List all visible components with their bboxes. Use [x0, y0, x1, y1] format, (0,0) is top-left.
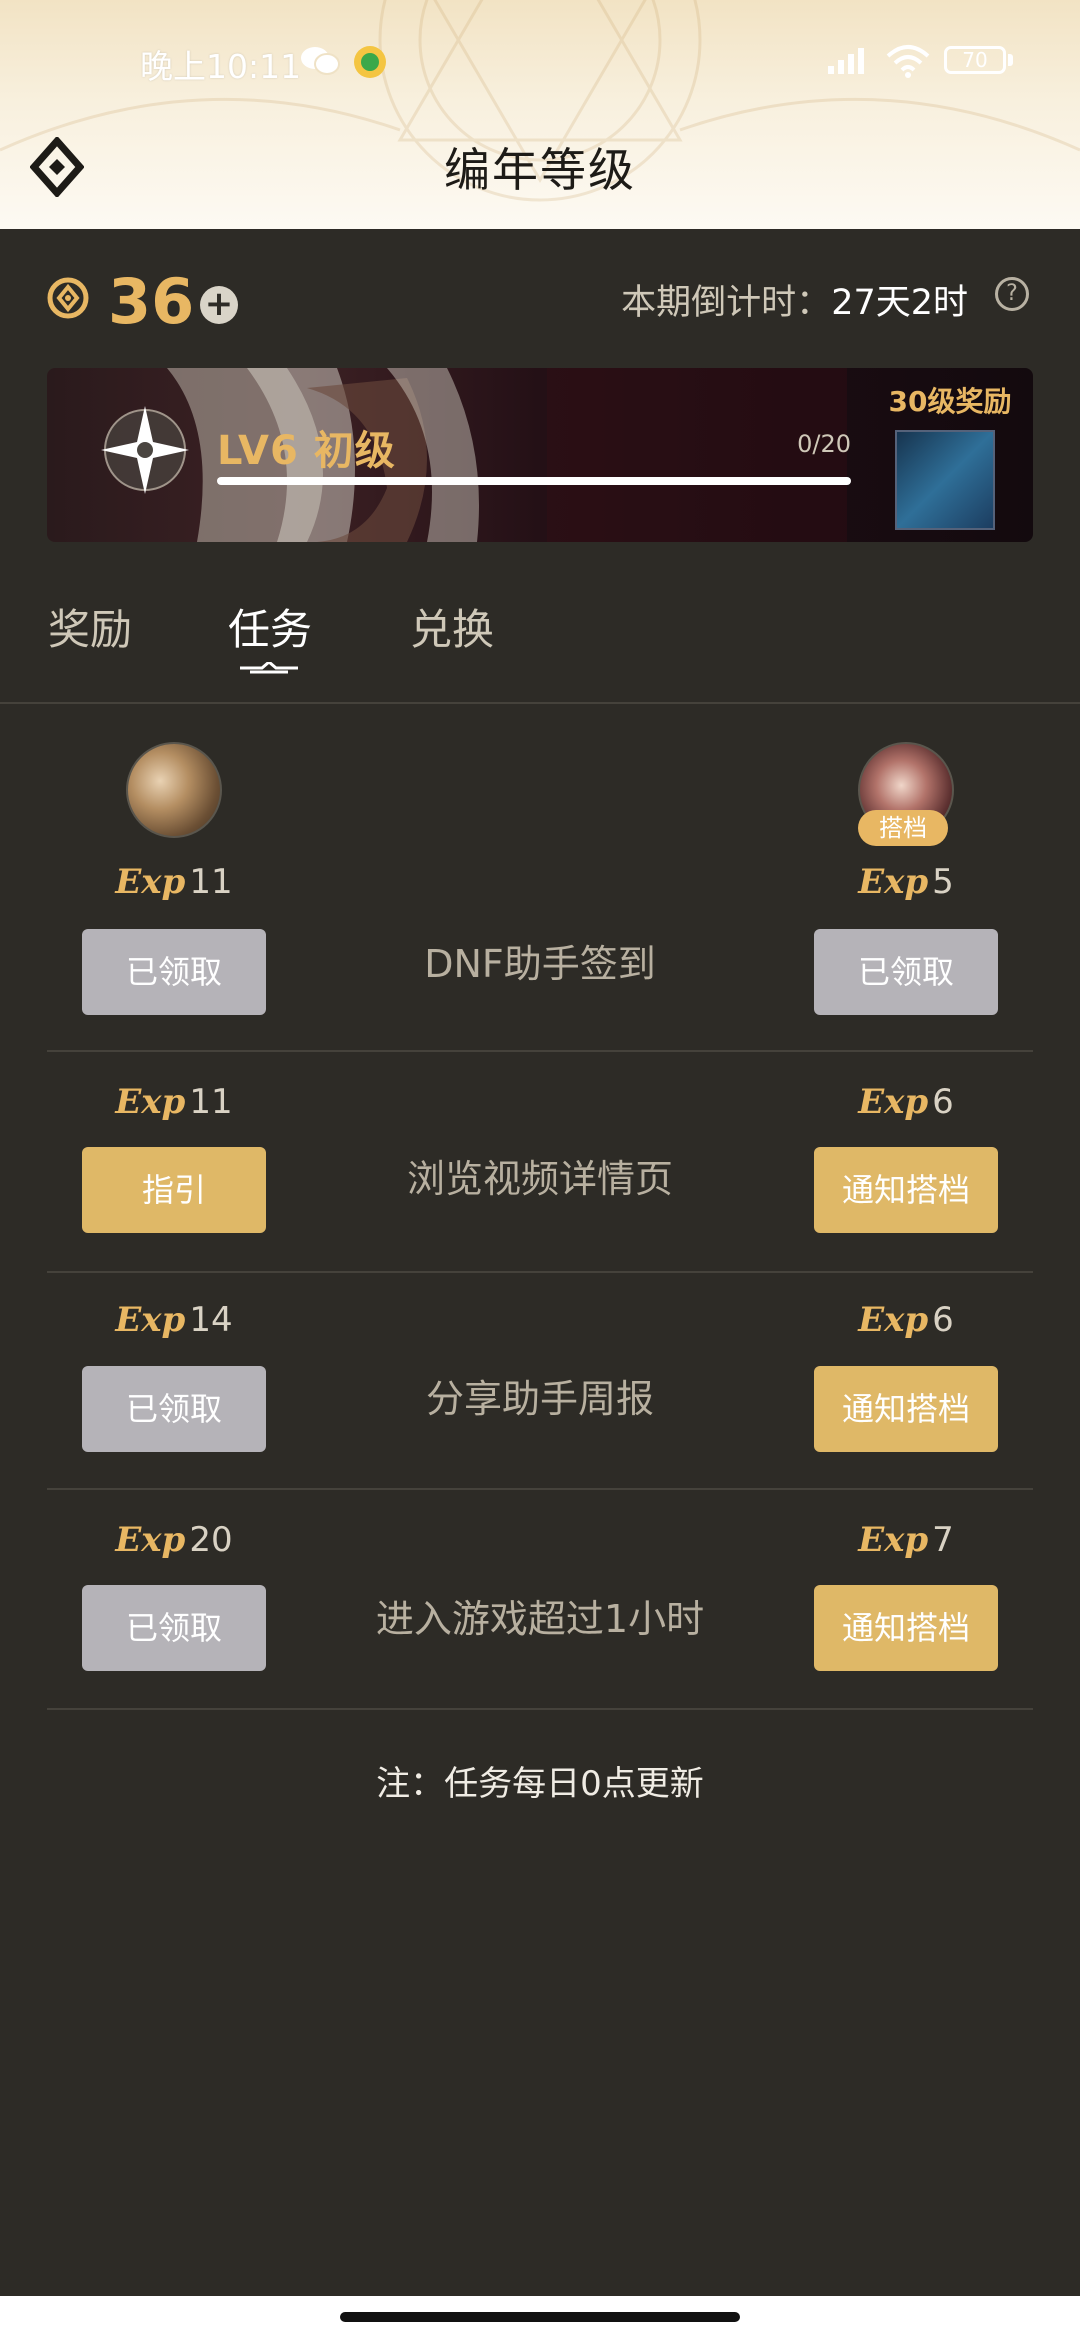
task-1-name: DNF助手签到	[424, 942, 656, 986]
task-2-notify-partner-button[interactable]: 通知搭档	[814, 1147, 998, 1233]
my-avatar	[126, 742, 222, 838]
task-3-self-claimed-button[interactable]: 已领取	[82, 1366, 266, 1452]
exp-label: Exp	[858, 1300, 929, 1340]
task-3-partner-exp: Exp 6	[816, 1300, 996, 1340]
task-1-self-exp: Exp 11	[84, 862, 264, 902]
task-4-notify-partner-button[interactable]: 通知搭档	[814, 1585, 998, 1671]
exp-value: 6	[932, 1082, 954, 1122]
status-bar: 晚上10:11 70	[0, 0, 1080, 120]
home-indicator[interactable]	[340, 2312, 740, 2322]
exp-label: Exp	[115, 1082, 186, 1122]
task-4-self-exp: Exp 20	[84, 1520, 264, 1560]
add-coins-plus-icon[interactable]: +	[200, 286, 238, 324]
tab-tasks[interactable]: 任务	[228, 596, 312, 657]
exp-label: Exp	[858, 1082, 929, 1122]
level-label: LV6 初级	[217, 428, 396, 474]
row-divider	[47, 1050, 1033, 1052]
countdown-label: 本期倒计时：	[621, 283, 832, 323]
level-reward-item-icon[interactable]	[895, 430, 995, 530]
exp-value: 20	[189, 1520, 233, 1560]
task-2-partner-exp: Exp 6	[816, 1082, 996, 1122]
exp-value: 6	[932, 1300, 954, 1340]
coin-count: 36	[108, 265, 195, 338]
exp-label: Exp	[115, 1520, 186, 1560]
exp-value: 14	[189, 1300, 233, 1340]
exp-label: Exp	[115, 862, 186, 902]
battery-level: 70	[962, 48, 988, 72]
row-divider	[47, 1271, 1033, 1273]
page-title: 编年等级	[444, 143, 636, 197]
task-1-partner-exp: Exp 5	[816, 862, 996, 902]
task-3-self-exp: Exp 14	[84, 1300, 264, 1340]
task-2-name: 浏览视频详情页	[406, 1157, 673, 1201]
row-divider	[47, 1488, 1033, 1490]
level-progress-text: 0/20	[797, 430, 851, 458]
tabs-divider	[0, 702, 1080, 704]
tab-exchange[interactable]: 兑换	[410, 596, 494, 657]
level-progress-bar	[217, 477, 851, 485]
task-1-partner-claimed-button[interactable]: 已领取	[814, 929, 998, 1015]
exp-label: Exp	[115, 1300, 186, 1340]
countdown-value: 27天2时	[831, 283, 968, 323]
exp-label: Exp	[858, 1520, 929, 1560]
header: 晚上10:11 70 编年等级	[0, 0, 1080, 229]
wifi-icon	[886, 45, 930, 78]
wechat-icon	[301, 47, 340, 75]
task-4-partner-exp: Exp 7	[816, 1520, 996, 1560]
task-1-self-claimed-button[interactable]: 已领取	[82, 929, 266, 1015]
task-2-guide-button[interactable]: 指引	[82, 1147, 266, 1233]
task-refresh-note: 注：任务每日0点更新	[376, 1764, 704, 1804]
task-4-self-claimed-button[interactable]: 已领取	[82, 1585, 266, 1671]
task-4-name: 进入游戏超过1小时	[375, 1597, 705, 1641]
task-3-name: 分享助手周报	[425, 1377, 654, 1421]
level-reward-label: 30级奖励	[888, 385, 1012, 418]
exp-value: 5	[932, 862, 954, 902]
task-2-self-exp: Exp 11	[84, 1082, 264, 1122]
level-banner[interactable]: LV6 初级 0/20 30级奖励	[47, 368, 1033, 542]
status-time: 晚上10:11	[140, 47, 302, 86]
tab-rewards[interactable]: 奖励	[48, 596, 132, 657]
coin-icon	[47, 277, 89, 319]
season-countdown: 本期倒计时：27天2时	[621, 274, 968, 325]
help-question-icon[interactable]: ?	[995, 277, 1029, 311]
exp-value: 11	[189, 862, 233, 902]
signal-icon	[828, 48, 864, 74]
level-emblem-icon	[101, 406, 189, 494]
task-3-notify-partner-button[interactable]: 通知搭档	[814, 1366, 998, 1452]
active-tab-indicator	[240, 662, 298, 674]
app-notification-icon	[354, 46, 386, 78]
exp-value: 7	[932, 1520, 954, 1560]
exp-label: Exp	[858, 862, 929, 902]
battery-cap	[1008, 54, 1013, 66]
exp-value: 11	[189, 1082, 233, 1122]
row-divider	[47, 1708, 1033, 1710]
partner-badge: 搭档	[858, 810, 948, 846]
